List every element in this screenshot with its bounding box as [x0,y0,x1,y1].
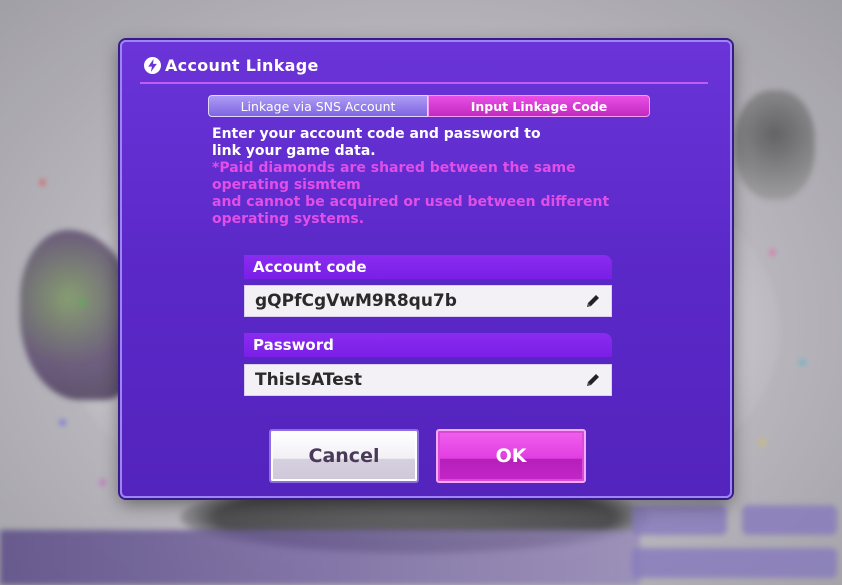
diamond-note: operating systems. [212,211,365,227]
dialog-header: Account Linkage [144,56,319,75]
account-linkage-dialog: Account Linkage Linkage via SNS Account … [120,40,732,498]
instruction-line: Enter your account code and password to [212,126,541,142]
diamond-note: *Paid diamonds are shared between the sa… [212,160,576,176]
account-code-label: Account code [244,255,612,279]
password-value: ThisIsATest [255,370,363,390]
dialog-title: Account Linkage [165,56,319,75]
diamond-note: operating sismtem [212,177,361,193]
account-code-input[interactable]: gQPfCgVwM9R8qu7b [244,285,612,317]
tab-input-linkage-code[interactable]: Input Linkage Code [428,95,650,117]
instruction-line: link your game data. [212,143,376,159]
tab-sns-account[interactable]: Linkage via SNS Account [208,95,428,117]
pencil-icon[interactable] [585,372,601,388]
password-input[interactable]: ThisIsATest [244,364,612,396]
linkage-tabs: Linkage via SNS Account Input Linkage Co… [208,95,650,119]
instructions-text: Enter your account code and password to … [212,126,692,228]
ok-button[interactable]: OK [436,429,586,483]
bolt-icon [144,57,161,74]
cancel-button[interactable]: Cancel [269,429,419,483]
password-label: Password [244,333,612,357]
pencil-icon[interactable] [585,293,601,309]
account-code-value: gQPfCgVwM9R8qu7b [255,291,457,311]
header-divider [140,82,708,84]
diamond-note: and cannot be acquired or used between d… [212,194,610,210]
